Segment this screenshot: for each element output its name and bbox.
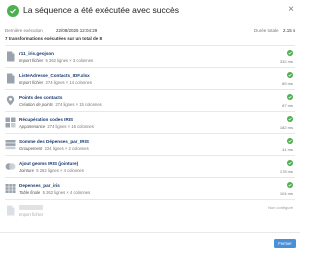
file-icon: [7, 51, 15, 62]
step-name: Points des contacts: [19, 95, 63, 100]
step-info: 274 lignes × 14 colonnes: [45, 80, 92, 85]
footer-divider: [0, 232, 300, 233]
step-duration: 89 ms: [282, 81, 293, 86]
step-success-icon: [287, 182, 293, 188]
step-info: 274 lignes × 16 colonnes: [47, 124, 94, 129]
step-row[interactable]: Points des contacts Création de points 2…: [5, 89, 295, 111]
step-type: Table finale: [19, 190, 41, 195]
step-info: 5 262 lignes × 4 colonnes: [36, 168, 84, 173]
step-subtitle: Groupement 224 lignes × 2 colonnes: [19, 146, 89, 151]
summary-text: 7 transformations exécutées sur un total…: [5, 36, 103, 41]
step-duration: 104 ms: [279, 191, 293, 196]
step-type: Appartenance: [19, 124, 46, 129]
step-row[interactable]: Depenses_par_iris Table finale 5 262 lig…: [5, 177, 295, 199]
last-exec-label: Dernière exécution: [5, 28, 43, 33]
step-name: Ajout geoms IRIS (jointure): [19, 161, 79, 166]
map-pin-icon: [6, 95, 15, 106]
join-icon: [5, 163, 16, 170]
step-subtitle: Création de points 274 lignes × 15 colon…: [19, 102, 102, 107]
dialog-title: La séquence a été exécutée avec succès: [23, 5, 179, 15]
step-success-icon: [287, 116, 293, 122]
success-check-icon: [7, 5, 19, 17]
step-status: Non configuré: [268, 205, 293, 210]
step-success-icon: [287, 72, 293, 78]
step-duration: 41 ms: [282, 147, 293, 152]
step-subtitle: Import fichier 274 lignes × 14 colonnes: [19, 80, 92, 85]
step-info: 5 262 lignes × 4 colonnes: [42, 190, 91, 195]
dialog-header: La séquence a été exécutée avec succès ×: [0, 0, 300, 22]
step-duration: 182 ms: [279, 125, 293, 130]
step-type: Import fichier: [19, 80, 44, 85]
step-row[interactable]: ListeAdresse_Contacts_IDF.xlsx Import fi…: [5, 67, 295, 89]
step-row[interactable]: Récupération codes IRIS Appartenance 274…: [5, 111, 295, 133]
step-type: Import fichier: [19, 212, 44, 217]
table-icon: [5, 184, 16, 193]
step-info: 5 262 lignes × 3 colonnes: [45, 58, 94, 63]
step-name: ListeAdresse_Contacts_IDF.xlsx: [19, 73, 90, 78]
step-name: r11_iris.geojson: [19, 51, 54, 56]
file-icon: [7, 205, 15, 216]
close-icon[interactable]: ×: [288, 4, 294, 16]
last-exec-value: 22/08/2025 12:04:29: [56, 28, 98, 33]
step-subtitle: Table finale 5 262 lignes × 4 colonnes: [19, 190, 90, 195]
step-subtitle: Appartenance 274 lignes × 16 colonnes: [19, 124, 94, 129]
step-info: 224 lignes × 2 colonnes: [44, 146, 89, 151]
step-row[interactable]: Ajout geoms IRIS (jointure) Jointure 5 2…: [5, 155, 295, 177]
step-name-placeholder: [19, 205, 43, 210]
duration-value: 2.15 s: [283, 28, 296, 33]
step-duration: 332 ms: [279, 59, 293, 64]
step-subtitle: Import fichier 5 262 lignes × 3 colonnes: [19, 58, 93, 63]
step-duration: 178 ms: [279, 169, 293, 174]
step-subtitle: Jointure 5 262 lignes × 4 colonnes: [19, 168, 84, 173]
step-type: Jointure: [19, 168, 34, 173]
step-info: 274 lignes × 15 colonnes: [55, 102, 102, 107]
step-type: Groupement: [19, 146, 43, 151]
file-icon: [7, 73, 15, 84]
close-button[interactable]: Fermer: [274, 239, 296, 248]
group-icon: [5, 140, 16, 150]
step-duration: 87 ms: [282, 103, 293, 108]
step-success-icon: [287, 50, 293, 56]
step-row-disabled: Import fichier Non configuré: [5, 199, 295, 221]
step-type: Création de points: [19, 102, 53, 107]
step-type: Import fichier: [19, 58, 44, 63]
step-row[interactable]: r11_iris.geojson Import fichier 5 262 li…: [5, 45, 295, 67]
step-success-icon: [287, 138, 293, 144]
grid-icon: [5, 117, 16, 128]
step-name: Somme des Dépenses_par_IRIS: [19, 139, 89, 144]
duration-label: Durée totale: [254, 28, 279, 33]
step-name: Récupération codes IRIS: [19, 117, 74, 122]
step-success-icon: [287, 94, 293, 100]
step-name: Depenses_par_iris: [19, 183, 60, 188]
step-row[interactable]: Somme des Dépenses_par_IRIS Groupement 2…: [5, 133, 295, 155]
step-success-icon: [287, 160, 293, 166]
